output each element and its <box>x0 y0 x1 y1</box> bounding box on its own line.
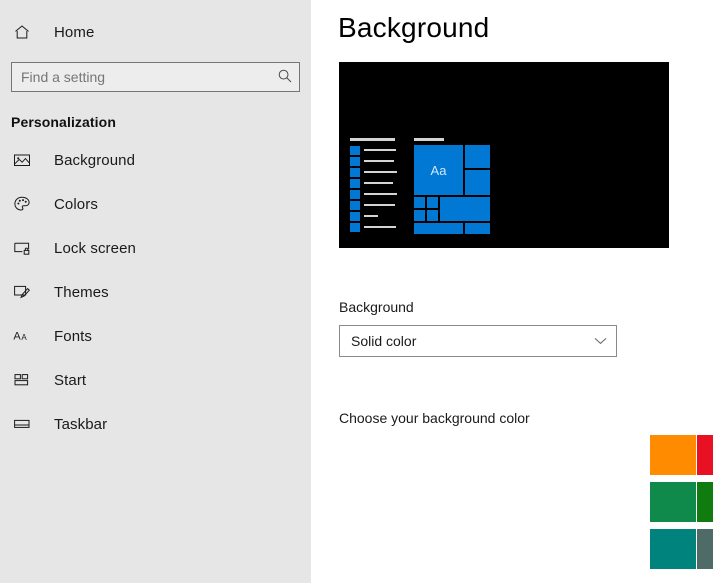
search-box[interactable] <box>11 62 300 92</box>
preview-tiles-header <box>414 138 444 141</box>
home-icon <box>11 21 33 43</box>
palette-icon <box>11 193 33 215</box>
sidebar-item-home[interactable]: Home <box>0 17 311 47</box>
preview-rail-line <box>364 171 397 173</box>
preview-rail-line <box>364 149 396 151</box>
brush-icon <box>11 281 33 303</box>
preview-rail-square <box>350 212 360 221</box>
lock-screen-icon <box>11 237 33 259</box>
preview-rail-square <box>350 201 360 210</box>
color-swatch[interactable] <box>650 482 696 522</box>
preview-rail-square <box>350 179 360 188</box>
sidebar-item-themes-label: Themes <box>54 284 109 301</box>
search-input[interactable] <box>12 63 271 91</box>
sidebar-item-themes[interactable]: Themes <box>0 278 311 306</box>
sidebar-section-title: Personalization <box>11 114 311 130</box>
preview-rail-line <box>364 215 378 217</box>
fonts-icon: A A <box>11 325 33 347</box>
preview-rail-square <box>350 146 360 155</box>
preview-tile <box>427 210 438 221</box>
preview-rail-row <box>350 178 400 188</box>
preview-tile-group: Aa <box>414 138 492 237</box>
preview-tile <box>465 223 490 234</box>
image-icon <box>11 149 33 171</box>
preview-rail-line <box>364 204 395 206</box>
main-content: Background <box>311 0 713 583</box>
preview-rail-header <box>350 138 395 141</box>
background-type-value: Solid color <box>351 333 594 349</box>
sidebar-item-fonts-label: Fonts <box>54 328 92 345</box>
preview-rail-row <box>350 156 400 166</box>
preview-rail-square <box>350 223 360 232</box>
color-swatch[interactable] <box>650 529 696 569</box>
sidebar-item-fonts[interactable]: A A Fonts <box>0 322 311 350</box>
preview-rail-row <box>350 145 400 155</box>
page-title: Background <box>338 12 713 44</box>
preview-tile-grid: Aa <box>414 145 492 237</box>
settings-window: Home Personalization <box>0 0 713 583</box>
chevron-down-icon <box>594 332 607 350</box>
preview-tile <box>465 145 490 168</box>
preview-rail-line <box>364 226 396 228</box>
preview-rail-line <box>364 182 393 184</box>
svg-text:A: A <box>21 333 27 342</box>
preview-rail-square <box>350 190 360 199</box>
preview-rail-row <box>350 211 400 221</box>
preview-rail-line <box>364 160 394 162</box>
color-swatch[interactable] <box>697 482 713 522</box>
preview-tile <box>427 197 438 208</box>
preview-tile <box>414 210 425 221</box>
sidebar-item-start[interactable]: Start <box>0 366 311 394</box>
sidebar-item-background[interactable]: Background <box>0 146 311 174</box>
background-color-grid <box>650 435 713 569</box>
preview-tile <box>414 223 463 234</box>
preview-rail-line <box>364 193 397 195</box>
taskbar-icon <box>11 413 33 435</box>
sidebar-item-taskbar-label: Taskbar <box>54 416 107 433</box>
start-tiles-icon <box>11 369 33 391</box>
preview-rail-row <box>350 189 400 199</box>
sidebar-item-lock-screen-label: Lock screen <box>54 240 136 257</box>
sidebar-item-start-label: Start <box>54 372 86 389</box>
color-swatch[interactable] <box>697 529 713 569</box>
preview-rail-square <box>350 157 360 166</box>
color-swatch[interactable] <box>650 435 696 475</box>
sidebar-item-colors[interactable]: Colors <box>0 190 311 218</box>
preview-tile <box>414 197 425 208</box>
background-preview: Aa <box>339 62 669 248</box>
sidebar-item-background-label: Background <box>54 152 135 169</box>
search-icon <box>277 68 293 87</box>
sidebar-item-colors-label: Colors <box>54 196 98 213</box>
color-swatch[interactable] <box>697 435 713 475</box>
preview-rail-row <box>350 167 400 177</box>
sidebar-nav: Background Colors <box>0 146 311 438</box>
sidebar-item-lock-screen[interactable]: Lock screen <box>0 234 311 262</box>
swatch-section-label: Choose your background color <box>339 410 530 426</box>
preview-tile <box>440 197 490 221</box>
preview-start-rail <box>350 138 400 233</box>
background-field-label: Background <box>339 299 414 315</box>
svg-text:A: A <box>13 331 21 343</box>
preview-rail-row <box>350 200 400 210</box>
preview-tile <box>465 170 490 195</box>
preview-rail-row <box>350 222 400 232</box>
sidebar: Home Personalization <box>0 0 311 583</box>
sidebar-item-taskbar[interactable]: Taskbar <box>0 410 311 438</box>
preview-tile-aa: Aa <box>414 145 463 195</box>
sidebar-item-home-label: Home <box>54 24 94 41</box>
background-type-dropdown[interactable]: Solid color <box>339 325 617 357</box>
preview-rail-square <box>350 168 360 177</box>
search-button[interactable] <box>271 63 299 91</box>
